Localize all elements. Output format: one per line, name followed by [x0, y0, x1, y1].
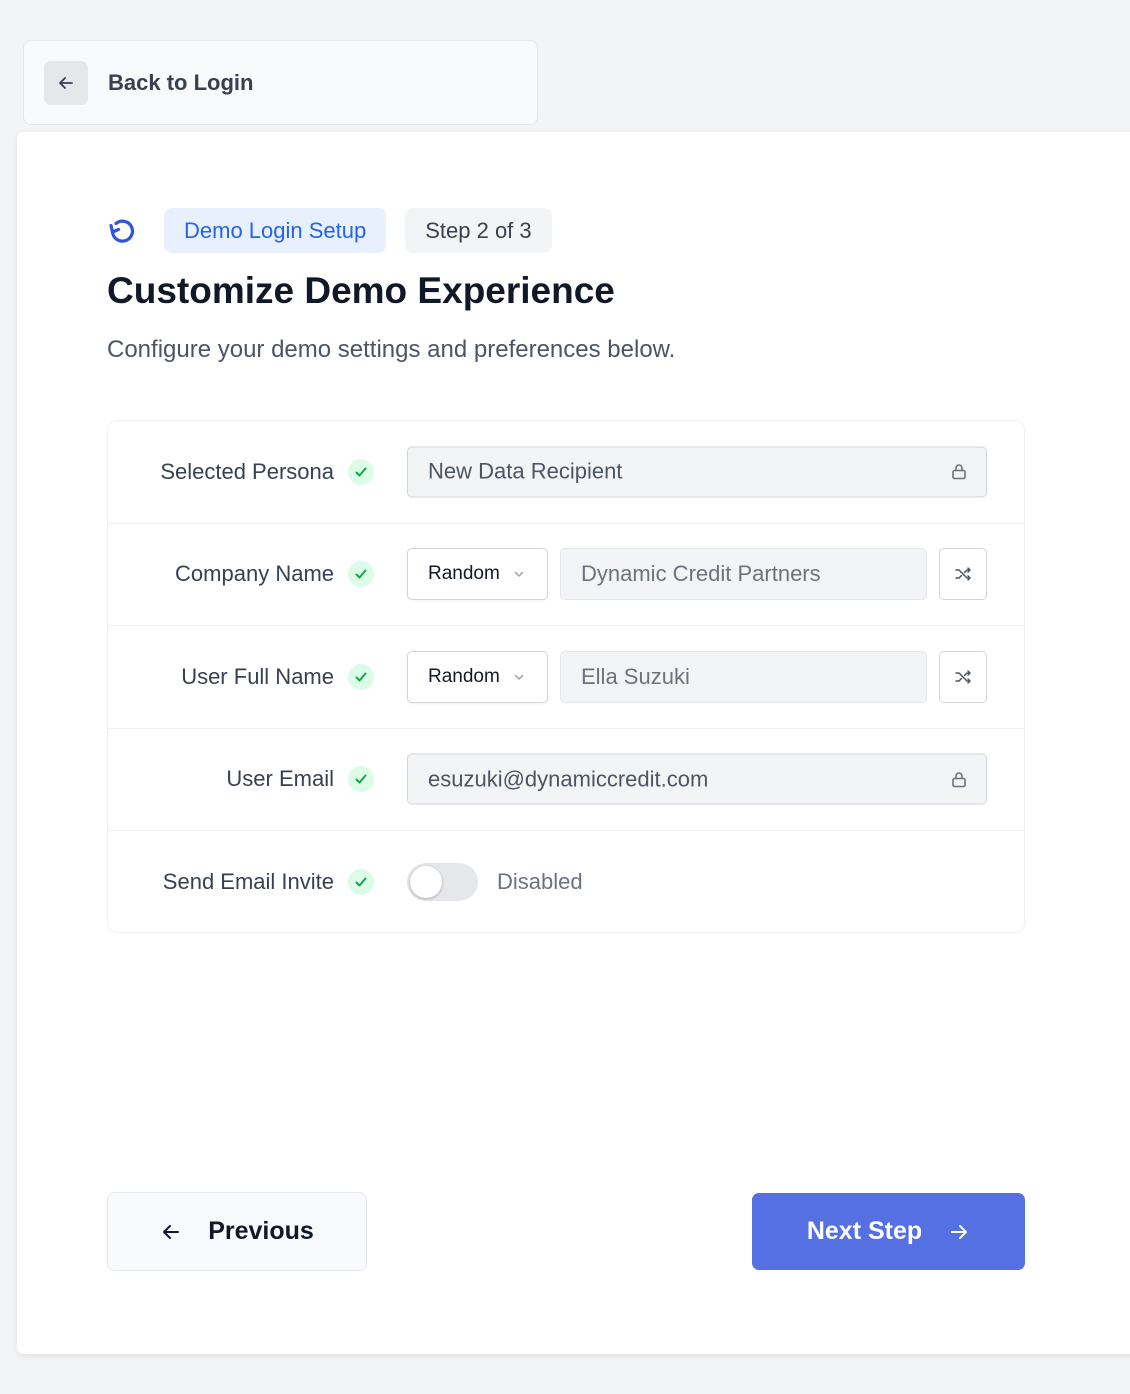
demo-login-setup-badge: Demo Login Setup — [164, 208, 387, 253]
company-name-field[interactable]: Dynamic Credit Partners — [560, 548, 927, 601]
next-step-label: Next Step — [806, 1217, 923, 1245]
persona-label: Selected Persona — [160, 458, 334, 484]
send-invite-toggle[interactable] — [407, 863, 478, 902]
page-title: Customize Demo Experience — [107, 270, 615, 311]
toggle-knob — [410, 866, 442, 899]
back-to-login-bar: Back to Login — [23, 40, 538, 125]
user-name-mode-value: Random — [428, 665, 500, 687]
user-name-label: User Full Name — [181, 663, 334, 689]
step-indicator: Step 2 of 3 — [405, 208, 552, 253]
email-value: esuzuki@dynamiccredit.com — [428, 766, 709, 792]
form-row-user-name: User Full Name Random Ella Suzuki — [108, 626, 1024, 729]
email-field: esuzuki@dynamiccredit.com — [407, 753, 987, 805]
invite-label: Send Email Invite — [162, 869, 334, 895]
user-full-name-value: Ella Suzuki — [581, 663, 690, 689]
company-shuffle-button[interactable] — [939, 548, 987, 601]
previous-button[interactable]: Previous — [107, 1192, 367, 1271]
form-row-persona: Selected Persona New Data Recipient — [108, 421, 1024, 524]
form-row-invite: Send Email Invite Disabled — [108, 831, 1024, 934]
arrow-left-icon — [56, 73, 76, 93]
persona-field: New Data Recipient — [407, 446, 987, 498]
chevron-down-icon — [513, 568, 525, 580]
check-circle-icon — [348, 766, 374, 793]
company-mode-select[interactable]: Random — [407, 548, 548, 601]
company-name-value: Dynamic Credit Partners — [581, 561, 821, 587]
page-subtitle: Configure your demo settings and prefere… — [107, 336, 676, 363]
check-circle-icon — [348, 663, 374, 690]
user-full-name-field[interactable]: Ella Suzuki — [560, 650, 927, 703]
shuffle-icon — [953, 564, 973, 584]
user-name-mode-select[interactable]: Random — [407, 650, 548, 703]
company-label: Company Name — [175, 561, 334, 587]
check-circle-icon — [348, 561, 374, 588]
invite-status: Disabled — [497, 869, 583, 895]
arrow-right-icon — [948, 1221, 970, 1243]
settings-form: Selected Persona New Data Recipient Comp… — [107, 420, 1025, 933]
back-button[interactable] — [44, 60, 88, 105]
chevron-down-icon — [513, 671, 525, 683]
form-row-email: User Email esuzuki@dynamiccredit.com — [108, 729, 1024, 831]
shuffle-icon — [953, 667, 973, 687]
email-label: User Email — [226, 766, 334, 792]
next-step-button[interactable]: Next Step — [752, 1193, 1025, 1270]
previous-label: Previous — [208, 1217, 314, 1245]
header-row: Demo Login Setup Step 2 of 3 — [107, 208, 552, 253]
company-mode-value: Random — [428, 563, 500, 585]
persona-value: New Data Recipient — [428, 458, 623, 484]
check-circle-icon — [348, 458, 374, 485]
form-row-company: Company Name Random Dynamic Credit Partn… — [108, 524, 1024, 626]
check-circle-icon — [348, 869, 374, 896]
user-name-shuffle-button[interactable] — [939, 650, 987, 703]
back-to-login-label[interactable]: Back to Login — [108, 70, 253, 96]
lock-icon — [950, 770, 968, 788]
refresh-icon — [107, 213, 143, 249]
arrow-left-icon — [160, 1221, 182, 1243]
lock-icon — [950, 463, 968, 481]
